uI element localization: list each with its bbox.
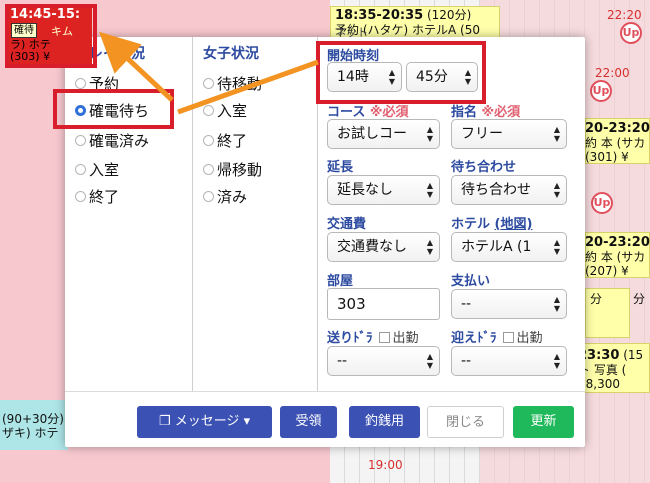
arrow-shape xyxy=(177,59,319,115)
annotation-arrows xyxy=(99,31,319,115)
arrow-shape xyxy=(99,31,174,102)
